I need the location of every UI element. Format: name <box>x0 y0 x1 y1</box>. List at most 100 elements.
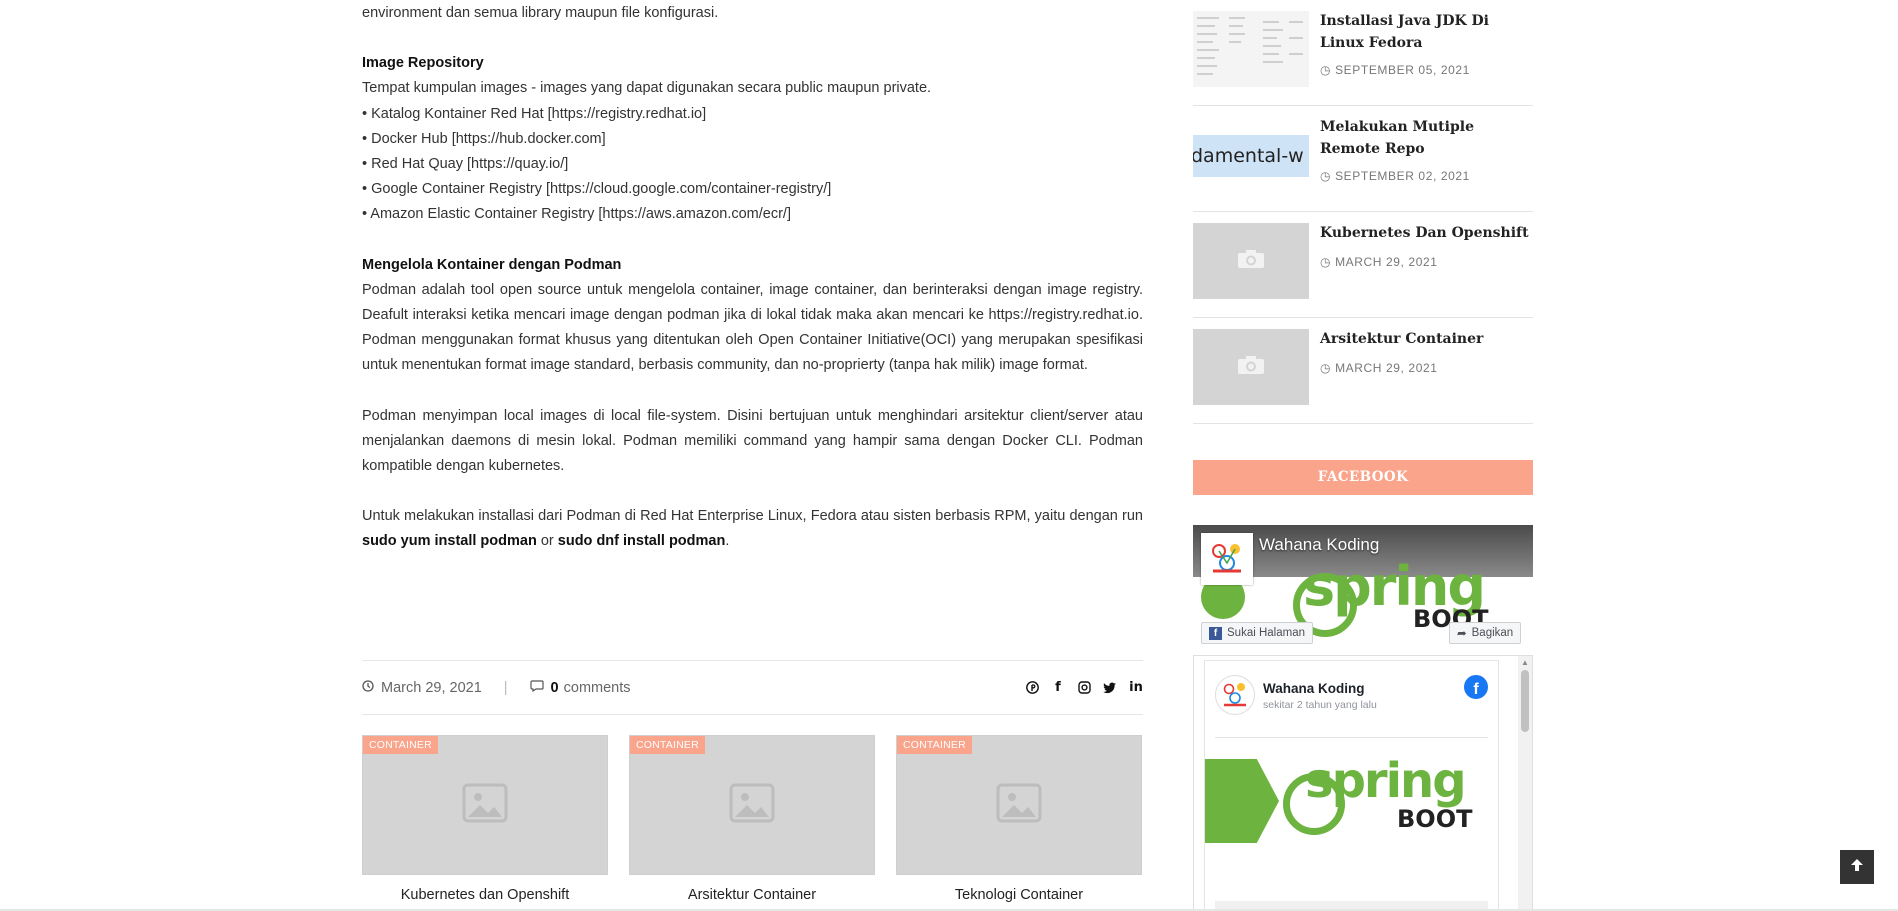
related-title[interactable]: Teknologi Container <box>896 887 1142 903</box>
spring-power-logo <box>1205 759 1279 843</box>
post-boot-text: BOOT <box>1397 805 1473 833</box>
post-date: March 29, 2021 <box>381 679 482 696</box>
feed-scrollbar[interactable]: ▲ <box>1518 656 1532 910</box>
category-tag[interactable]: CONTAINER <box>897 736 972 754</box>
category-tag[interactable]: CONTAINER <box>363 736 438 754</box>
popular-post-title[interactable]: Arsitektur Container <box>1320 328 1530 350</box>
facebook-page-name[interactable]: Wahana Koding <box>1259 535 1379 555</box>
intro-line: environment dan semua library maupun fil… <box>362 5 719 21</box>
pinterest-icon[interactable] <box>1025 681 1039 695</box>
image-placeholder-icon <box>996 783 1042 828</box>
linkedin-icon[interactable]: in <box>1129 680 1143 695</box>
share-page-button[interactable]: ➦ Bagikan <box>1449 622 1522 644</box>
post-divider <box>1215 737 1488 738</box>
camera-icon <box>1237 249 1265 274</box>
scrollbar-thumb[interactable] <box>1521 670 1529 732</box>
clock-icon: ◷ <box>1320 255 1332 269</box>
podman-para-3-text: Untuk melakukan installasi dari Podman d… <box>362 508 1143 525</box>
popular-post-thumbnail[interactable] <box>1193 329 1309 405</box>
comment-icon <box>529 680 544 695</box>
like-page-button[interactable]: f Sukai Halaman <box>1201 622 1313 644</box>
repo-item-amazon: • Amazon Elastic Container Registry [htt… <box>362 206 791 223</box>
related-post-card[interactable]: CONTAINER Teknologi Container <box>896 735 1142 903</box>
avatar[interactable] <box>1215 675 1255 715</box>
related-thumbnail[interactable]: CONTAINER <box>362 735 608 875</box>
install-cmd-dnf: sudo dnf install podman <box>557 533 726 550</box>
meta-separator: | <box>503 679 508 696</box>
repo-item-google: • Google Container Registry [https://clo… <box>362 181 832 198</box>
install-cmd-yum: sudo yum install podman <box>362 533 537 550</box>
podman-para-1: Podman adalah tool open source untuk men… <box>362 281 1143 374</box>
repo-item-quay: • Red Hat Quay [https://quay.io/] <box>362 156 569 173</box>
instagram-icon[interactable] <box>1077 681 1091 695</box>
related-posts: CONTAINER Kubernetes dan Openshift CONTA… <box>362 735 1143 903</box>
clock-icon: ◷ <box>1320 63 1332 77</box>
popular-post-date: ◷ MARCH 29, 2021 <box>1320 255 1438 269</box>
popular-post-date-text: SEPTEMBER 05, 2021 <box>1335 63 1470 77</box>
clock-icon: ◷ <box>1320 169 1332 183</box>
podman-para-2: Podman menyimpan local images di local f… <box>362 407 1143 475</box>
popular-post-date: ◷ SEPTEMBER 05, 2021 <box>1320 63 1470 77</box>
image-repository-desc: Tempat kumpulan images - images yang dap… <box>362 80 932 97</box>
share-arrow-icon: ➦ <box>1457 628 1467 640</box>
clock-icon <box>362 680 374 695</box>
popular-post-thumbnail[interactable]: damental-w <box>1193 135 1309 177</box>
popular-post-date: ◷ SEPTEMBER 02, 2021 <box>1320 169 1470 183</box>
related-thumbnail[interactable]: CONTAINER <box>896 735 1142 875</box>
popular-post-thumbnail[interactable] <box>1193 223 1309 299</box>
scroll-up-arrow-icon[interactable]: ▲ <box>1521 658 1529 667</box>
post-time[interactable]: sekitar 2 tahun yang lalu <box>1263 699 1377 711</box>
popular-post-item[interactable]: Arsitektur Container ◷ MARCH 29, 2021 <box>1193 318 1533 424</box>
share-page-label: Bagikan <box>1471 627 1514 639</box>
post-image[interactable]: spring BOOT <box>1205 753 1498 873</box>
popular-post-thumbnail[interactable] <box>1193 11 1309 87</box>
facebook-feed[interactable]: Wahana Koding sekitar 2 tahun yang lalu … <box>1193 655 1533 911</box>
category-tag[interactable]: CONTAINER <box>630 736 705 754</box>
image-repository-heading: Image Repository <box>362 55 484 72</box>
facebook-widget-heading: FACEBOOK <box>1193 460 1533 495</box>
post-spring-text: spring <box>1305 753 1467 809</box>
comment-count[interactable]: 0 <box>551 680 559 696</box>
popular-post-date-text: SEPTEMBER 02, 2021 <box>1335 169 1470 183</box>
popular-post-date-text: MARCH 29, 2021 <box>1335 255 1438 269</box>
share-buttons: f in <box>1025 680 1143 695</box>
popular-post-item[interactable]: Installasi Java JDK Di Linux Fedora ◷ SEP… <box>1193 0 1533 106</box>
related-thumbnail[interactable]: CONTAINER <box>629 735 875 875</box>
end-dot: . <box>725 533 730 550</box>
back-to-top-button[interactable] <box>1840 850 1874 884</box>
post-author[interactable]: Wahana Koding <box>1263 681 1365 696</box>
arrow-up-icon <box>1850 858 1864 877</box>
image-placeholder-icon <box>729 783 775 828</box>
repo-item-dockerhub: • Docker Hub [https://hub.docker.com] <box>362 130 606 147</box>
popular-post-item[interactable]: damental-w Melakukan Mutiple Remote Repo… <box>1193 106 1533 212</box>
related-title[interactable]: Kubernetes dan Openshift <box>362 887 608 903</box>
popular-post-date-text: MARCH 29, 2021 <box>1335 361 1438 375</box>
popular-post-date: ◷ MARCH 29, 2021 <box>1320 361 1438 375</box>
twitter-icon[interactable] <box>1103 681 1117 695</box>
popular-post-title[interactable]: Installasi Java JDK Di Linux Fedora <box>1320 10 1530 54</box>
popular-post-item[interactable]: Kubernetes Dan Openshift ◷ MARCH 29, 2021 <box>1193 212 1533 318</box>
camera-icon <box>1237 355 1265 380</box>
podman-heading: Mengelola Kontainer dengan Podman <box>362 256 622 273</box>
comment-label[interactable]: comments <box>564 680 631 696</box>
facebook-logo-icon[interactable]: f <box>1464 675 1488 699</box>
popular-post-title[interactable]: Kubernetes Dan Openshift <box>1320 222 1530 244</box>
clock-icon: ◷ <box>1320 361 1332 375</box>
post-meta-bar: March 29, 2021 | 0 comments f in <box>362 660 1143 715</box>
facebook-page-cover[interactable]: spring BOOT Wahana Koding f Sukai Halama… <box>1193 525 1533 647</box>
related-post-card[interactable]: CONTAINER Kubernetes dan Openshift <box>362 735 608 903</box>
image-placeholder-icon <box>462 783 508 828</box>
related-title[interactable]: Arsitektur Container <box>629 887 875 903</box>
repo-item-redhat: • Katalog Kontainer Red Hat [https://reg… <box>362 105 707 122</box>
facebook-icon: f <box>1209 626 1222 640</box>
podman-para-3: Untuk melakukan installasi dari Podman d… <box>362 504 1143 554</box>
article-body: environment dan semua library maupun fil… <box>362 1 1143 555</box>
facebook-icon[interactable]: f <box>1051 680 1065 695</box>
or-word: or <box>536 533 558 550</box>
page-profile-logo[interactable] <box>1201 533 1253 585</box>
facebook-post[interactable]: Wahana Koding sekitar 2 tahun yang lalu … <box>1204 660 1499 910</box>
related-post-card[interactable]: CONTAINER Arsitektur Container <box>629 735 875 903</box>
like-page-label: Sukai Halaman <box>1227 627 1305 639</box>
popular-post-title[interactable]: Melakukan Mutiple Remote Repo <box>1320 116 1530 160</box>
thumbnail-caption: damental-w <box>1193 145 1304 167</box>
